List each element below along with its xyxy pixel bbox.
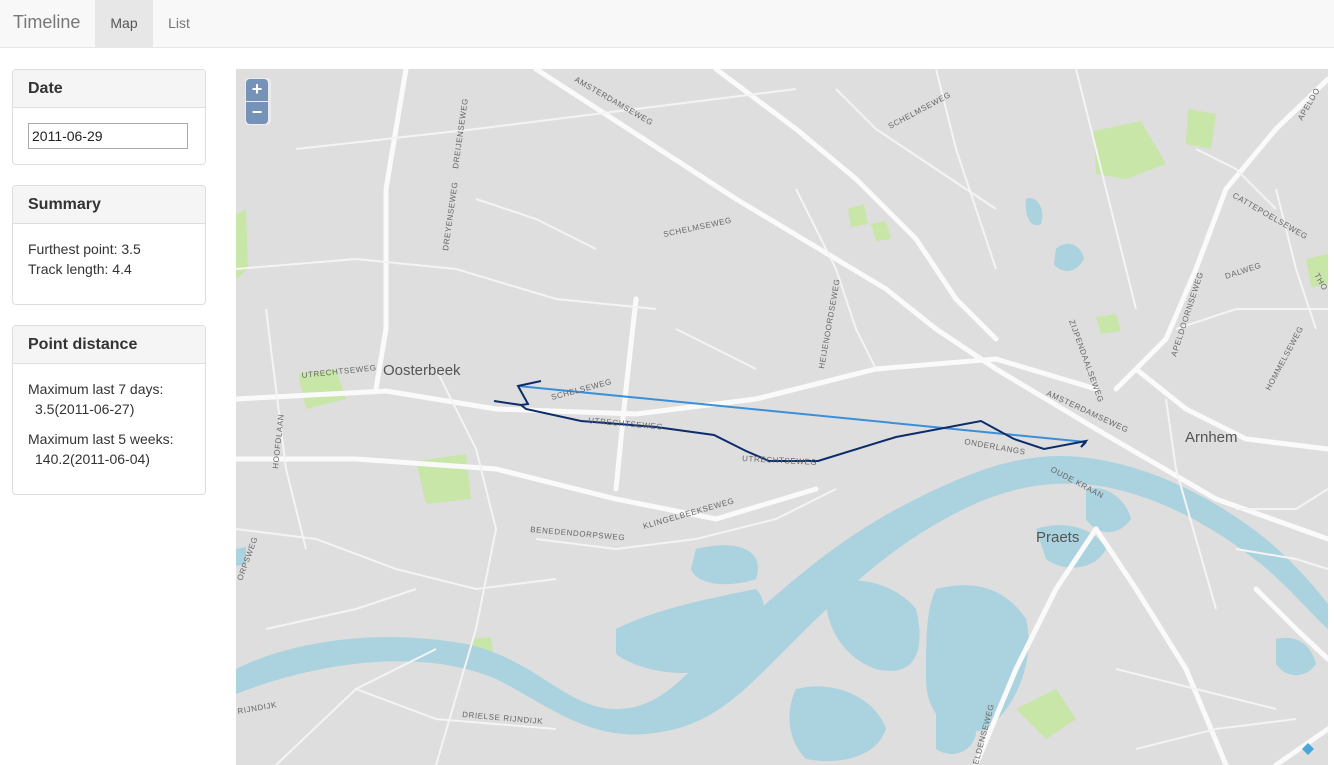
street-label-zijpendaalseweg: ZIJPENDAALSEWEG xyxy=(1067,319,1105,404)
max-5-weeks-value: 140.2(2011-06-04) xyxy=(35,451,150,467)
map-canvas[interactable]: Oosterbeek Arnhem Praets AMSTERDAMSEWEG … xyxy=(236,69,1328,765)
street-label-dreijenseweg: DREIJENSEWEG xyxy=(451,98,470,170)
max-5-weeks-label: Maximum last 5 weeks: xyxy=(28,431,174,447)
navbar: Timeline Map List xyxy=(0,0,1334,48)
brand[interactable]: Timeline xyxy=(13,12,80,33)
street-label-hommelseweg: HOMMELSEWEG xyxy=(1264,325,1306,392)
street-label-heijenoordseweg: HEIJENOORDSEWEG xyxy=(817,278,842,369)
date-input[interactable] xyxy=(28,123,188,149)
max-7-days-value: 3.5(2011-06-27) xyxy=(35,401,135,417)
street-label-utrechtseweg-c: UTRECHTSEWEG xyxy=(588,416,664,432)
date-panel: Date xyxy=(12,69,206,165)
date-panel-title: Date xyxy=(13,70,205,108)
tab-list[interactable]: List xyxy=(153,0,205,47)
street-label-dreyenseweg: DREYENSEWEG xyxy=(441,181,460,251)
place-label-praets: Praets xyxy=(1036,529,1079,546)
tab-map[interactable]: Map xyxy=(95,0,153,47)
street-label-utrechtseweg-s: UTRECHTSEWEG xyxy=(742,454,818,467)
street-label-klingelbeekseweg: KLINGELBEEKSEWEG xyxy=(642,496,735,531)
street-label-cattepoelseweg: CATTEPOELSEWEG xyxy=(1231,191,1309,241)
max-7-days-label: Maximum last 7 days: xyxy=(28,381,164,397)
street-label-utrechtseweg-w: UTRECHTSEWEG xyxy=(301,363,377,380)
street-label-rijndijk: RIJNDIJK xyxy=(237,700,278,716)
zoom-control: + − xyxy=(245,78,271,125)
summary-panel: Summary Furthest point: 3.5 Track length… xyxy=(12,185,206,305)
map[interactable]: Oosterbeek Arnhem Praets AMSTERDAMSEWEG … xyxy=(236,69,1328,765)
zoom-in-button[interactable]: + xyxy=(246,79,268,101)
water-areas xyxy=(236,198,1328,762)
point-distance-panel-title: Point distance xyxy=(13,326,205,364)
street-label-schelmseweg: SCHELMSEWEG xyxy=(663,216,733,239)
track-length-text: Track length: 4.4 xyxy=(28,261,132,277)
street-label-dalweg: DALWEG xyxy=(1224,261,1263,281)
place-label-oosterbeek: Oosterbeek xyxy=(383,362,461,379)
zoom-out-button[interactable]: − xyxy=(246,102,268,124)
street-label-amsterdamseweg-e: AMSTERDAMSEWEG xyxy=(1045,389,1130,435)
furthest-point-text: Furthest point: 3.5 xyxy=(28,241,141,257)
track-line-dark-tail xyxy=(516,380,542,406)
point-distance-panel: Point distance Maximum last 7 days: 3.5(… xyxy=(12,325,206,495)
summary-panel-title: Summary xyxy=(13,186,205,224)
place-label-arnhem: Arnhem xyxy=(1185,429,1238,446)
street-label-schelmseweg-ne: SCHELMSEWEG xyxy=(887,90,953,131)
